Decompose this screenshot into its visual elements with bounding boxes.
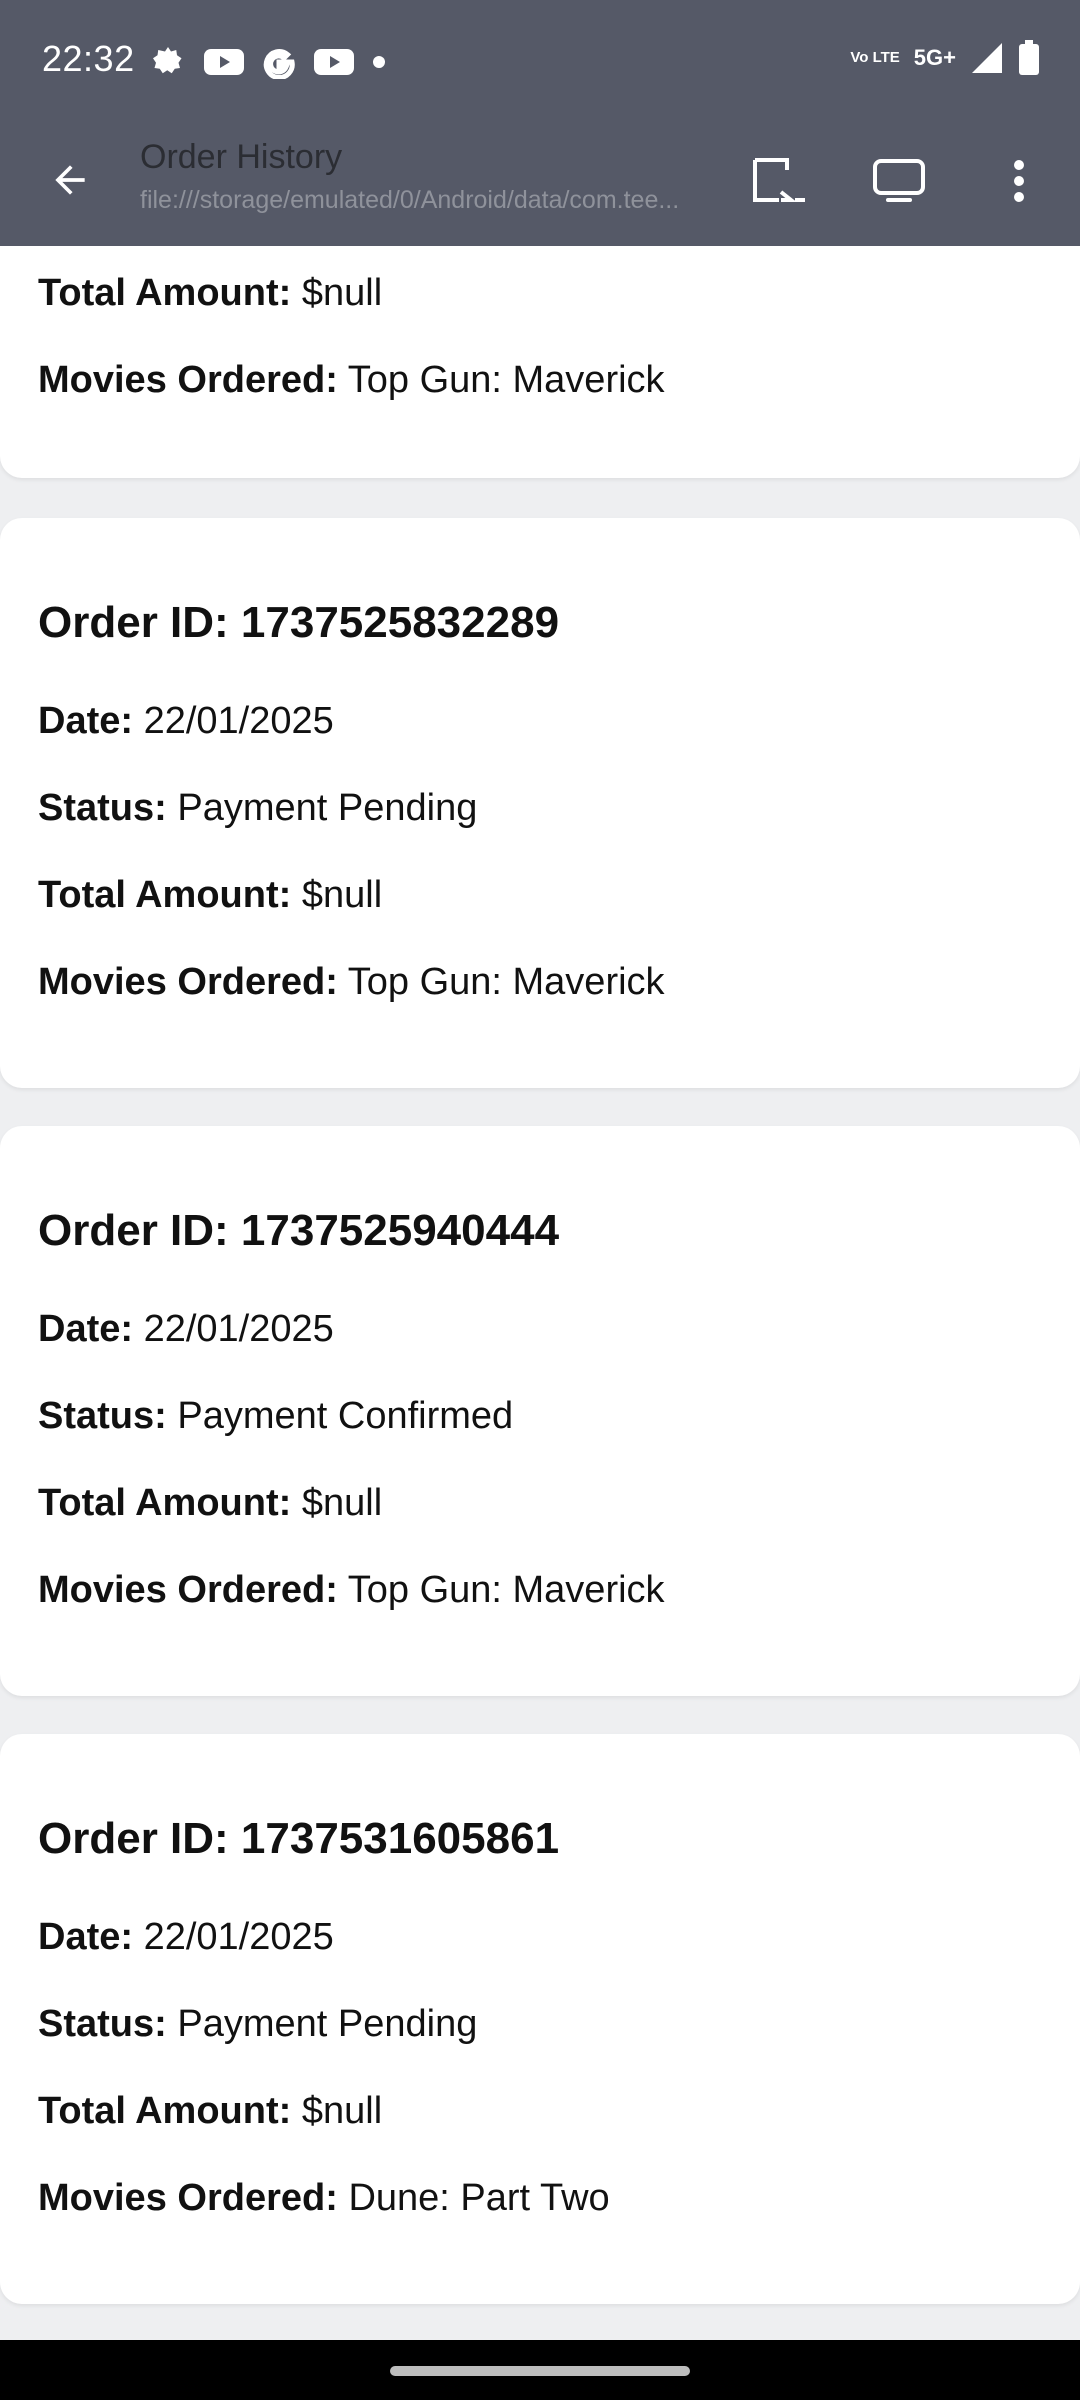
status-bar: 22:32 Vo LTE 5G+ [0, 0, 1080, 120]
signal-icon [970, 41, 1004, 75]
order-total: Total Amount: $null [38, 2090, 383, 2132]
order-list: Total Amount: $null Movies Ordered: Top … [0, 246, 1080, 2340]
order-movies: Movies Ordered: Top Gun: Maverick [38, 359, 665, 401]
app-toolbar: Order History file:///storage/emulated/0… [0, 120, 1080, 246]
order-movies: Movies Ordered: Dune: Part Two [38, 2177, 610, 2219]
order-id: Order ID: 1737525940444 [38, 1206, 560, 1255]
order-movies: Movies Ordered: Top Gun: Maverick [38, 1569, 665, 1611]
order-total: Total Amount: $null [38, 874, 383, 916]
order-card: Order ID: 1737531605861 Date: 22/01/2025… [0, 1734, 1080, 2304]
page-title: Order History [140, 138, 343, 176]
google-icon [262, 45, 296, 79]
youtube-icon [314, 47, 354, 77]
order-id: Order ID: 1737525832289 [38, 598, 560, 647]
more-options-button[interactable] [984, 146, 1054, 216]
order-total: Total Amount: $null [38, 1482, 383, 1524]
dot-icon [372, 55, 386, 69]
battery-icon [1018, 40, 1040, 76]
order-date: Date: 22/01/2025 [38, 700, 334, 742]
order-status: Status: Payment Confirmed [38, 1395, 514, 1437]
order-movies: Movies Ordered: Top Gun: Maverick [38, 961, 665, 1003]
settings-icon [150, 44, 186, 80]
order-status: Status: Payment Pending [38, 2003, 478, 2045]
order-card: Order ID: 1737525940444 Date: 22/01/2025… [0, 1126, 1080, 1696]
desktop-view-button[interactable] [864, 146, 934, 216]
open-external-icon [753, 158, 805, 202]
navigation-bar [0, 2340, 1080, 2400]
more-vert-icon [1014, 160, 1024, 202]
order-card: Total Amount: $null Movies Ordered: Top … [0, 246, 1080, 478]
open-in-app-button[interactable] [744, 146, 814, 216]
youtube-icon [204, 47, 244, 77]
order-card: Order ID: 1737525832289 Date: 22/01/2025… [0, 518, 1080, 1088]
volte-icon: Vo LTE [850, 49, 900, 66]
order-date: Date: 22/01/2025 [38, 1308, 334, 1350]
order-status: Status: Payment Pending [38, 787, 478, 829]
order-date: Date: 22/01/2025 [38, 1916, 334, 1958]
monitor-icon [873, 159, 925, 202]
order-id: Order ID: 1737531605861 [38, 1814, 560, 1863]
back-button[interactable] [40, 150, 100, 210]
status-time: 22:32 [42, 38, 135, 79]
network-type-icon: 5G+ [913, 45, 956, 70]
system-icons: Vo LTE 5G+ [850, 40, 1040, 76]
order-total: Total Amount: $null [38, 272, 383, 314]
toolbar-actions [744, 146, 1054, 216]
arrow-left-icon [55, 165, 85, 195]
home-gesture-handle[interactable] [390, 2366, 690, 2376]
notification-icons [150, 44, 386, 80]
page-url: file:///storage/emulated/0/Android/data/… [140, 186, 680, 214]
